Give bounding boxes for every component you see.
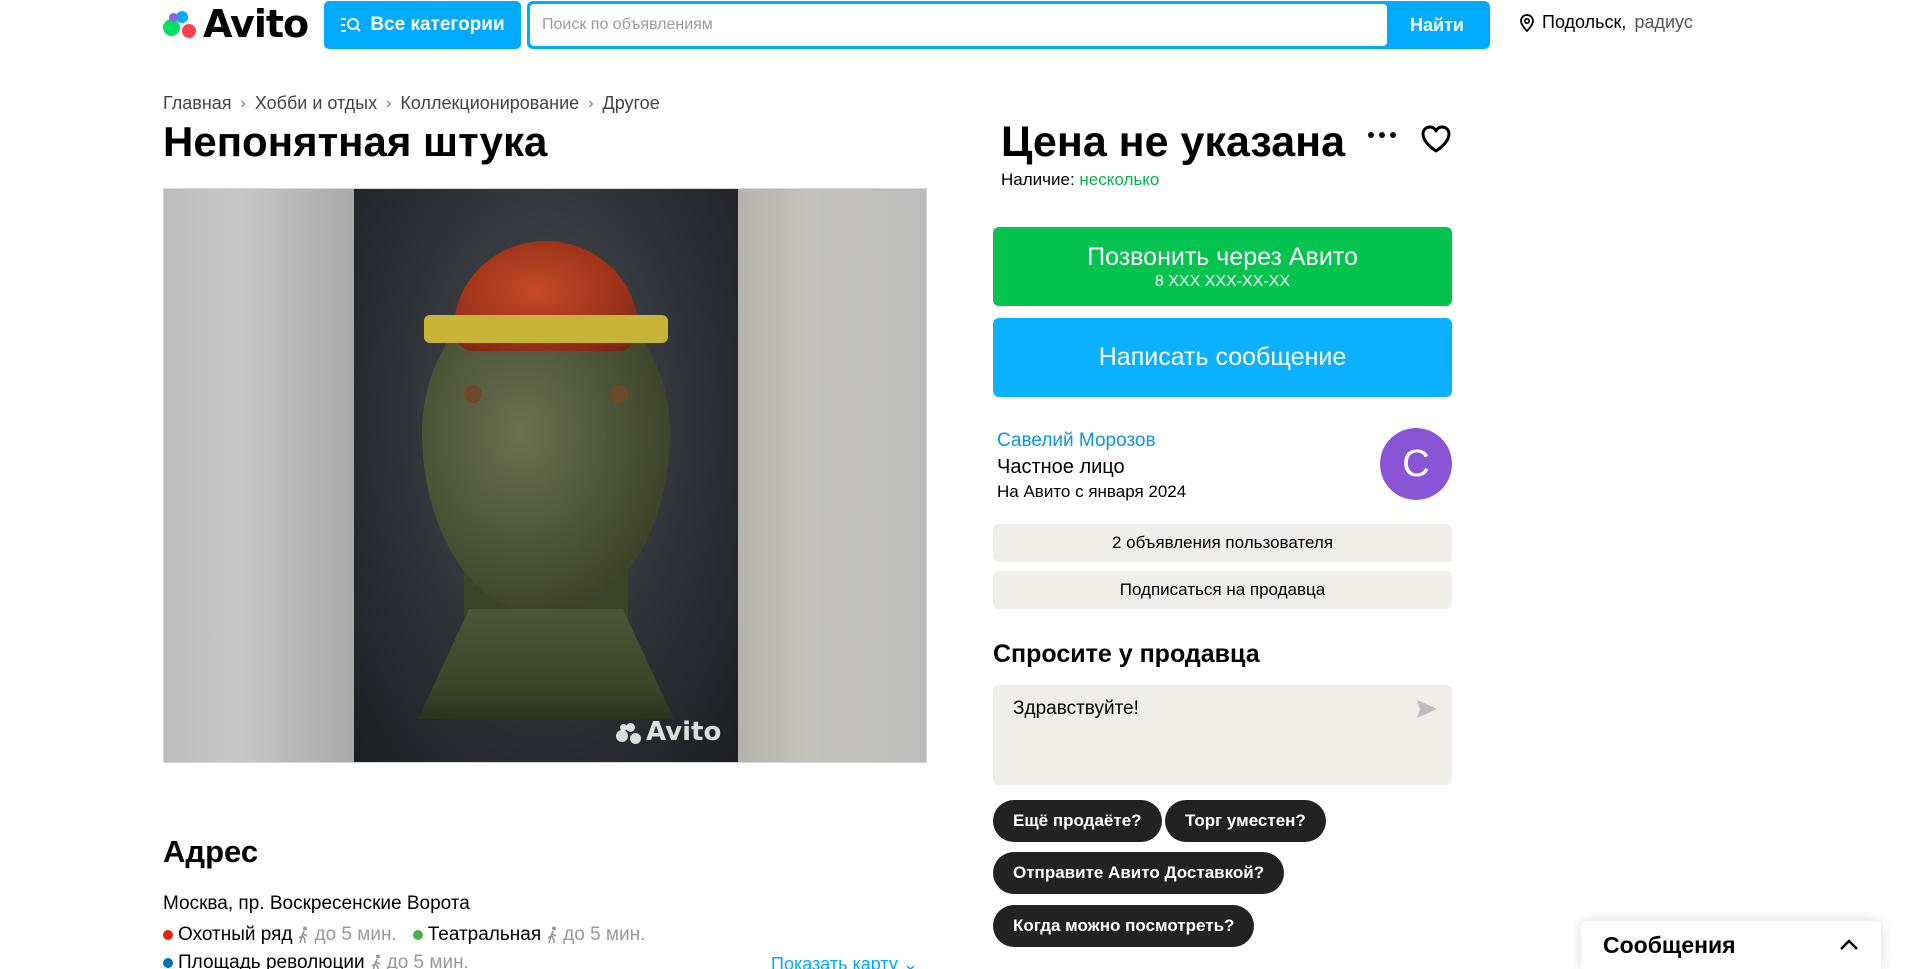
breadcrumb-item-other[interactable]: Другое xyxy=(603,93,660,114)
page-title: Непонятная штука xyxy=(163,118,548,165)
avatar[interactable]: С xyxy=(1380,428,1452,500)
chevron-right-icon: › xyxy=(386,94,392,112)
availability-value: несколько xyxy=(1079,170,1160,189)
send-icon[interactable] xyxy=(1416,699,1438,719)
price: Цена не указана xyxy=(1001,118,1345,166)
avito-watermark: Avito xyxy=(616,717,721,747)
walking-icon xyxy=(299,926,308,944)
search-input[interactable] xyxy=(530,4,1387,46)
breadcrumb-item-collecting[interactable]: Коллекционирование xyxy=(400,93,579,114)
logo-text: Avito xyxy=(203,2,309,46)
breadcrumb-item-hobby[interactable]: Хобби и отдых xyxy=(255,93,377,114)
subscribe-seller-button[interactable]: Подписаться на продавца xyxy=(993,571,1452,609)
location-pin-icon xyxy=(1520,13,1534,32)
ask-seller-textarea[interactable]: Здравствуйте! xyxy=(993,685,1452,785)
ask-seller-heading: Спросите у продавца xyxy=(993,640,1260,668)
metro-line-dot xyxy=(412,930,423,940)
ask-seller-text: Здравствуйте! xyxy=(1013,698,1139,719)
avito-logo[interactable]: Avito xyxy=(163,2,309,46)
metro-walk-time: до 5 мин. xyxy=(563,924,646,945)
avito-logo-icon xyxy=(163,7,199,41)
metro-line-dot xyxy=(163,930,173,940)
metro-line-dot xyxy=(163,958,173,968)
location-selector[interactable]: Подольск, радиус xyxy=(1520,12,1693,33)
location-radius: радиус xyxy=(1634,12,1693,32)
chevron-down-icon: ⌄ xyxy=(902,954,918,969)
favorite-heart-icon[interactable] xyxy=(1420,124,1452,154)
address-line: Москва, пр. Воскресенские Ворота xyxy=(163,893,470,914)
quick-question-chip[interactable]: Торг уместен? xyxy=(1165,800,1326,842)
chevron-right-icon: › xyxy=(240,94,246,112)
location-city: Подольск, xyxy=(1542,12,1627,32)
call-button-label: Позвонить через Авито xyxy=(1087,242,1358,271)
walking-icon xyxy=(371,954,380,969)
metro-station-name: Театральная xyxy=(427,924,542,945)
show-map-link[interactable]: Показать карту ⌄ xyxy=(771,954,918,969)
seller-name-link[interactable]: Савелий Морозов xyxy=(997,430,1156,452)
bomb-band xyxy=(424,315,668,343)
messages-panel-title: Сообщения xyxy=(1603,931,1736,958)
quick-question-chip[interactable]: Ещё продаёте? xyxy=(993,800,1162,842)
metro-station-name: Площадь революции xyxy=(178,952,365,969)
chevron-right-icon: › xyxy=(588,94,594,112)
seller-type: Частное лицо xyxy=(997,456,1125,478)
bomb-base xyxy=(418,609,674,719)
listing-photo[interactable]: Avito xyxy=(354,189,738,762)
call-button-phone: 8 XXX XXX-XX-XX xyxy=(1154,272,1291,290)
metro-station-name: Охотный ряд xyxy=(178,924,293,945)
metro-list-row2: Площадь революции до 5 мин. xyxy=(163,952,485,969)
availability: Наличие: несколько xyxy=(1001,170,1159,190)
address-heading: Адрес xyxy=(163,834,259,869)
walking-icon xyxy=(547,926,557,944)
metro-walk-time: до 5 мин. xyxy=(386,952,469,969)
breadcrumb: Главная › Хобби и отдых › Коллекциониров… xyxy=(163,93,660,114)
write-message-button[interactable]: Написать сообщение xyxy=(993,318,1452,397)
gallery-blur-right xyxy=(736,189,926,762)
quick-question-chip[interactable]: Когда можно посмотреть? xyxy=(993,905,1255,947)
more-options-icon[interactable] xyxy=(1368,130,1396,140)
messages-panel[interactable]: Сообщения xyxy=(1581,921,1881,969)
user-ads-button[interactable]: 2 объявления пользователя xyxy=(993,524,1452,562)
all-categories-button[interactable]: Все категории xyxy=(324,1,521,49)
chevron-up-icon[interactable] xyxy=(1839,939,1859,951)
seller-since: На Авито с января 2024 xyxy=(997,482,1187,501)
categories-search-icon xyxy=(341,18,362,32)
availability-label: Наличие: xyxy=(1001,170,1075,189)
quick-question-chip[interactable]: Отправите Авито Доставкой? xyxy=(993,852,1285,894)
breadcrumb-item-home[interactable]: Главная xyxy=(163,93,232,114)
photo-gallery[interactable]: Avito xyxy=(163,188,927,763)
call-via-avito-button[interactable]: Позвонить через Авито 8 XXX XXX-XX-XX xyxy=(993,227,1452,306)
all-categories-label: Все категории xyxy=(370,14,505,35)
avito-watermark-icon xyxy=(616,720,642,744)
metro-walk-time: до 5 мин. xyxy=(314,924,397,945)
gallery-blur-left xyxy=(164,189,354,762)
header: Avito Все категории Найти Подольск, ради… xyxy=(0,0,1905,60)
search-button[interactable]: Найти xyxy=(1387,4,1487,46)
search-bar: Найти xyxy=(527,1,1490,49)
metro-list: Охотный ряд до 5 мин. Театральная до 5 м… xyxy=(163,924,661,946)
